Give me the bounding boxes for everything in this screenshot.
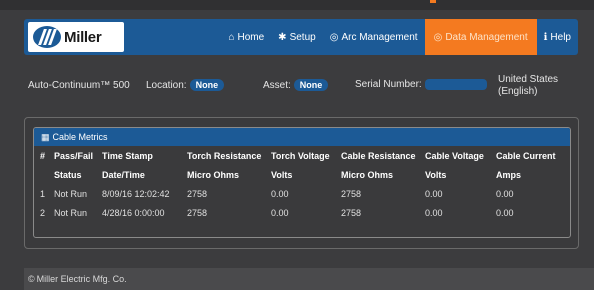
language-label: United States bbox=[498, 74, 559, 85]
asset-field: Asset: None bbox=[263, 79, 329, 91]
cell-torch-resistance: 2758 bbox=[187, 188, 208, 199]
table-row[interactable]: 1 Not Run 8/09/16 12:02:42 2758 0.00 275… bbox=[34, 184, 570, 203]
cable-metrics-panel: ▦ Cable Metrics # Pass/Fail Time Stamp T… bbox=[24, 117, 579, 249]
cable-metrics-inner: ▦ Cable Metrics # Pass/Fail Time Stamp T… bbox=[33, 127, 571, 238]
cell-cable-voltage: 0.00 bbox=[425, 188, 443, 199]
cell-torch-resistance: 2758 bbox=[187, 207, 208, 218]
help-icon: ℹ bbox=[543, 31, 548, 43]
nav-home[interactable]: ⌂ Home bbox=[221, 19, 271, 55]
asset-label: Asset: bbox=[263, 80, 291, 91]
nav-data-management[interactable]: ◎ Data Management bbox=[424, 19, 537, 55]
col-header-pass-fail: Pass/Fail bbox=[54, 150, 94, 161]
col-subheader-status: Status bbox=[54, 169, 82, 180]
miller-logo[interactable]: Miller bbox=[28, 22, 124, 52]
nav-setup-label: Setup bbox=[289, 31, 316, 43]
nav-arc-management[interactable]: ◎ Arc Management bbox=[323, 19, 425, 55]
col-subheader-cable-micro-ohms: Micro Ohms bbox=[341, 169, 394, 180]
nav-data-management-label: Data Management bbox=[445, 31, 528, 43]
cell-cable-current: 0.00 bbox=[496, 188, 514, 199]
arc-icon: ◎ bbox=[329, 31, 339, 43]
cell-cable-resistance: 2758 bbox=[341, 207, 362, 218]
table-icon: ▦ bbox=[41, 131, 50, 142]
serial-value[interactable] bbox=[424, 79, 487, 90]
asset-value[interactable]: None bbox=[293, 79, 329, 91]
cell-cable-resistance: 2758 bbox=[341, 188, 362, 199]
serial-label: Serial Number: bbox=[355, 79, 422, 91]
footer-text: Miller Electric Mfg. Co. bbox=[36, 274, 127, 284]
top-accent bbox=[430, 0, 436, 3]
col-header-torch-voltage: Torch Voltage bbox=[271, 150, 330, 161]
model-name: Auto-Continuum™ 500 bbox=[28, 80, 130, 91]
cell-timestamp: 8/09/16 12:02:42 bbox=[102, 188, 170, 199]
panel-title: Cable Metrics bbox=[52, 132, 108, 142]
table-header-row: # Pass/Fail Time Stamp Torch Resistance … bbox=[34, 146, 570, 165]
cell-torch-voltage: 0.00 bbox=[271, 207, 289, 218]
cell-index: 1 bbox=[40, 188, 46, 199]
nav-help[interactable]: ℹ Help bbox=[537, 19, 578, 55]
cell-cable-current: 0.00 bbox=[496, 207, 514, 218]
logo-text: Miller bbox=[64, 28, 102, 46]
col-subheader-amps: Amps bbox=[496, 169, 522, 180]
nav-setup[interactable]: ✱ Setup bbox=[271, 19, 323, 55]
location-field: Location: None bbox=[146, 79, 225, 91]
home-icon: ⌂ bbox=[228, 31, 235, 43]
col-subheader-index bbox=[34, 165, 54, 184]
col-subheader-torch-micro-ohms: Micro Ohms bbox=[187, 169, 240, 180]
cell-status: Not Run bbox=[54, 207, 88, 218]
cell-index: 2 bbox=[40, 207, 46, 218]
panel-header: ▦ Cable Metrics bbox=[34, 128, 570, 146]
nav-help-label: Help bbox=[550, 31, 571, 43]
navbar: Miller ⌂ Home ✱ Setup ◎ Arc Management ◎… bbox=[24, 19, 578, 55]
cell-status: Not Run bbox=[54, 188, 88, 199]
col-header-index: # bbox=[40, 150, 46, 161]
nav-menu: ⌂ Home ✱ Setup ◎ Arc Management ◎ Data M… bbox=[221, 19, 578, 55]
gear-icon: ✱ bbox=[278, 31, 287, 43]
data-icon: ◎ bbox=[433, 31, 443, 43]
col-header-cable-voltage: Cable Voltage bbox=[425, 150, 484, 161]
logo-badge-icon bbox=[33, 26, 61, 48]
nav-home-label: Home bbox=[237, 31, 265, 43]
cell-torch-voltage: 0.00 bbox=[271, 188, 289, 199]
language-selector[interactable]: United States (English) bbox=[498, 74, 558, 98]
table-subheader-row: Status Date/Time Micro Ohms Volts Micro … bbox=[34, 165, 570, 184]
col-subheader-date-time: Date/Time bbox=[102, 169, 145, 180]
col-header-time-stamp: Time Stamp bbox=[102, 150, 153, 161]
cell-cable-voltage: 0.00 bbox=[425, 207, 443, 218]
col-header-torch-resistance: Torch Resistance bbox=[187, 150, 262, 161]
col-header-cable-current: Cable Current bbox=[496, 150, 556, 161]
col-subheader-torch-volts: Volts bbox=[271, 169, 293, 180]
top-strip bbox=[0, 0, 594, 10]
footer: © Miller Electric Mfg. Co. bbox=[24, 268, 594, 290]
device-info-bar: Auto-Continuum™ 500 Location: None Asset:… bbox=[24, 60, 578, 110]
language-sub: (English) bbox=[498, 86, 538, 97]
col-header-cable-resistance: Cable Resistance bbox=[341, 150, 416, 161]
cell-timestamp: 4/28/16 0:00:00 bbox=[102, 207, 165, 218]
location-value[interactable]: None bbox=[189, 79, 225, 91]
copyright-icon: © bbox=[28, 274, 35, 284]
location-label: Location: bbox=[146, 80, 187, 91]
nav-arc-management-label: Arc Management bbox=[341, 31, 418, 43]
table-row[interactable]: 2 Not Run 4/28/16 0:00:00 2758 0.00 2758… bbox=[34, 203, 570, 222]
cable-metrics-table: # Pass/Fail Time Stamp Torch Resistance … bbox=[34, 146, 570, 222]
serial-field: Serial Number: bbox=[355, 79, 487, 90]
col-subheader-cable-volts: Volts bbox=[425, 169, 447, 180]
